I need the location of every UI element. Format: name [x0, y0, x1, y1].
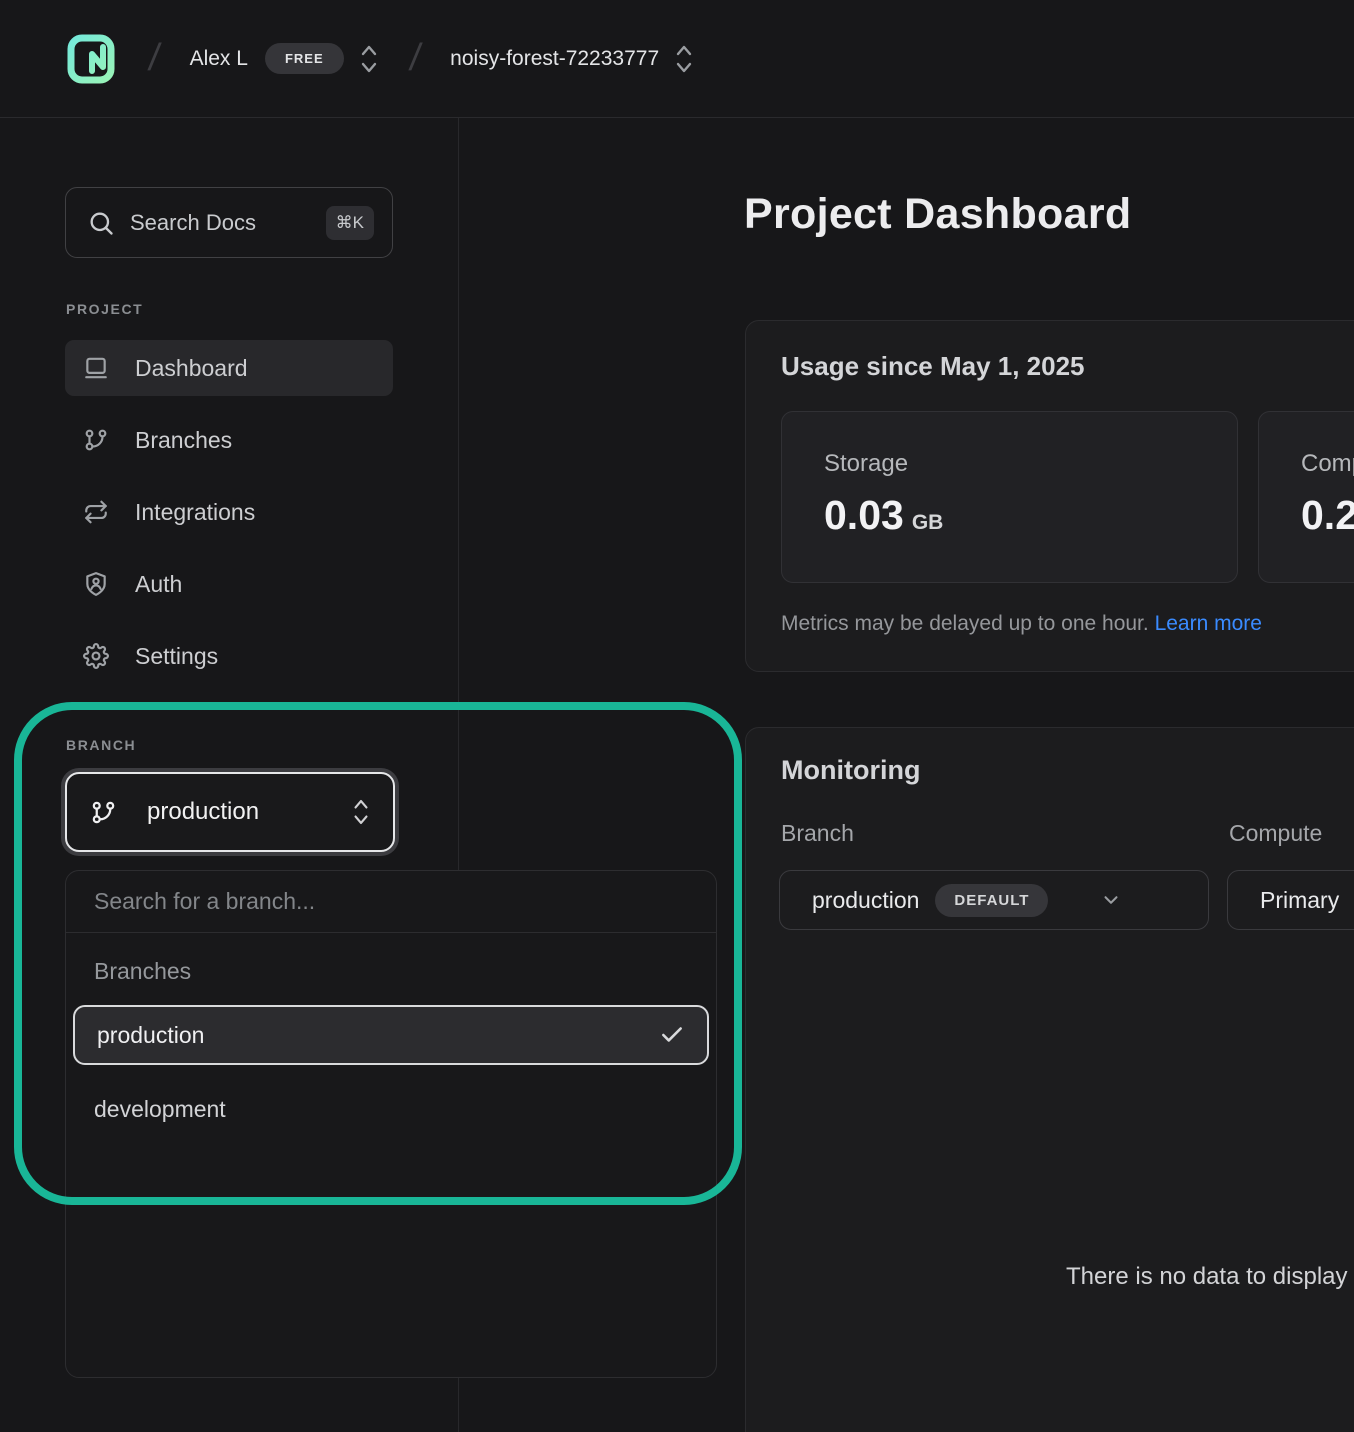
branch-option-development[interactable]: development: [73, 1079, 709, 1139]
storage-value: 0.03GB: [824, 492, 1237, 539]
sidebar: Search Docs ⌘K PROJECT Dashboard Br: [0, 118, 459, 1432]
search-docs-label: Search Docs: [130, 210, 326, 236]
search-docs-button[interactable]: Search Docs ⌘K: [65, 187, 393, 258]
org-switcher-chevrons-icon[interactable]: [358, 42, 380, 76]
chevrons-up-down-icon: [351, 796, 371, 828]
branch-section-label: BRANCH: [66, 737, 136, 753]
monitoring-branch-label: Branch: [781, 820, 854, 847]
branch-option-label: development: [94, 1096, 226, 1123]
storage-unit: GB: [912, 511, 944, 534]
branch-search-input[interactable]: [94, 888, 654, 915]
monitoring-branch-select[interactable]: production DEFAULT: [779, 870, 1209, 930]
monitoring-compute-select[interactable]: Primary: [1227, 870, 1354, 930]
branch-option-label: production: [97, 1022, 204, 1049]
sidebar-item-label: Dashboard: [135, 355, 248, 382]
sidebar-item-settings[interactable]: Settings: [65, 628, 393, 684]
sidebar-nav: Dashboard Branches Integrations: [65, 340, 393, 700]
sidebar-item-label: Settings: [135, 643, 218, 670]
storage-label: Storage: [824, 450, 1237, 478]
auth-shield-icon: [83, 571, 109, 597]
branch-selector-button[interactable]: production: [65, 772, 395, 852]
git-branch-icon: [83, 427, 109, 453]
usage-card-title: Usage since May 1, 2025: [781, 351, 1085, 382]
sidebar-item-label: Integrations: [135, 499, 255, 526]
search-icon: [87, 209, 115, 237]
branch-selector-value: production: [147, 798, 351, 826]
branch-dropdown-panel: Branches production development: [65, 870, 717, 1378]
top-navigation-bar: / Alex L FREE / noisy-forest-72233777: [0, 0, 1354, 118]
monitoring-title: Monitoring: [781, 755, 920, 786]
monitoring-branch-value: production: [812, 887, 919, 914]
branch-search-row: [66, 871, 716, 933]
compute-metric-card: Compute 0.2: [1258, 411, 1354, 583]
neon-logo-icon[interactable]: [63, 31, 119, 87]
monitoring-card: Monitoring Branch production DEFAULT Com…: [745, 727, 1354, 1432]
sidebar-item-label: Branches: [135, 427, 232, 454]
breadcrumb-separator: /: [407, 37, 424, 80]
default-badge: DEFAULT: [935, 884, 1048, 917]
gear-icon: [83, 643, 109, 669]
app-window: / Alex L FREE / noisy-forest-72233777 Se…: [0, 0, 1354, 1432]
storage-metric-card: Storage 0.03GB: [781, 411, 1238, 583]
branch-option-production[interactable]: production: [73, 1005, 709, 1065]
branch-group-label: Branches: [94, 958, 716, 985]
metrics-delay-note: Metrics may be delayed up to one hour. L…: [781, 612, 1262, 636]
no-data-message: There is no data to display: [1066, 1263, 1348, 1291]
page-title: Project Dashboard: [744, 190, 1131, 239]
org-breadcrumb[interactable]: Alex L: [190, 47, 248, 71]
monitoring-compute-label: Compute: [1229, 820, 1322, 847]
chevron-down-icon: [1100, 889, 1122, 911]
dashboard-icon: [83, 355, 109, 381]
project-switcher-chevrons-icon[interactable]: [673, 42, 695, 76]
plan-badge: FREE: [265, 43, 344, 74]
git-branch-icon: [90, 799, 117, 826]
project-section-label: PROJECT: [66, 301, 143, 317]
check-icon: [659, 1022, 685, 1048]
sidebar-item-branches[interactable]: Branches: [65, 412, 393, 468]
search-shortcut-badge: ⌘K: [326, 206, 374, 240]
integrations-icon: [83, 499, 109, 525]
sidebar-item-auth[interactable]: Auth: [65, 556, 393, 612]
project-breadcrumb[interactable]: noisy-forest-72233777: [450, 47, 659, 71]
compute-label: Compute: [1301, 450, 1354, 478]
usage-card: Usage since May 1, 2025 Storage 0.03GB C…: [745, 320, 1354, 672]
compute-value: 0.2: [1301, 492, 1354, 539]
sidebar-item-label: Auth: [135, 571, 182, 598]
monitoring-compute-value: Primary: [1260, 887, 1339, 914]
learn-more-link[interactable]: Learn more: [1155, 612, 1262, 635]
breadcrumb-separator: /: [146, 37, 163, 80]
sidebar-item-dashboard[interactable]: Dashboard: [65, 340, 393, 396]
sidebar-item-integrations[interactable]: Integrations: [65, 484, 393, 540]
